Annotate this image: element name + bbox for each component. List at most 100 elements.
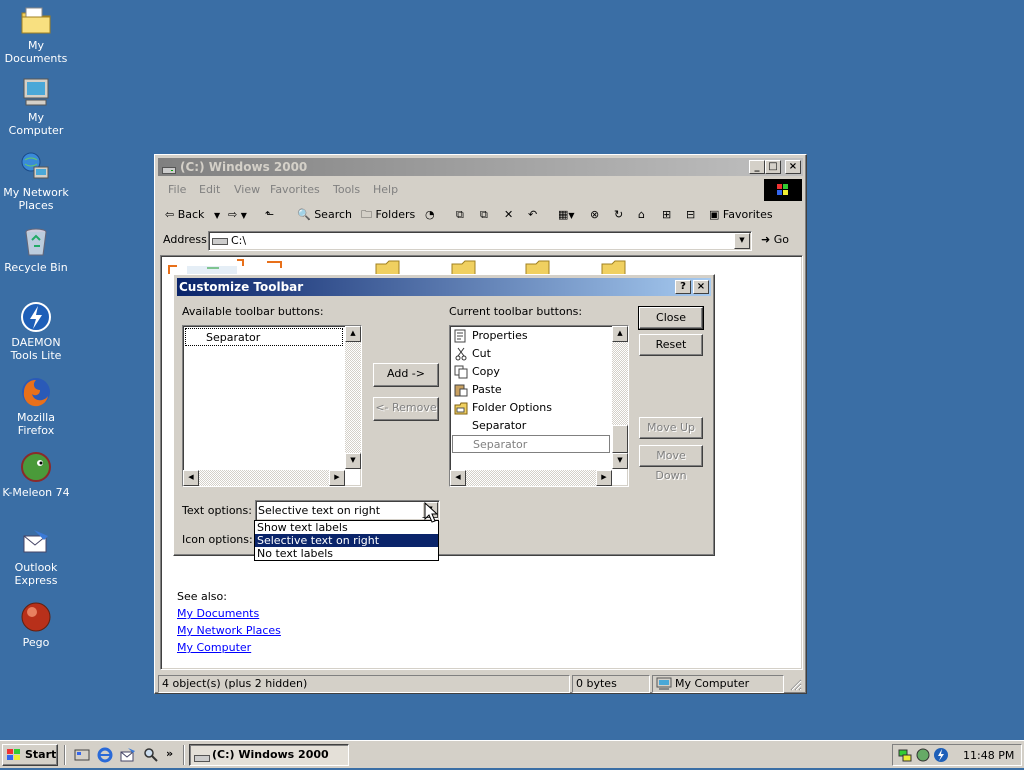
scroll-left-button[interactable]: ◀ (450, 470, 466, 486)
minimize-button[interactable]: _ (749, 160, 765, 174)
move-up-button[interactable]: Move Up (639, 417, 703, 439)
desktop-icon-label: Outlook Express (14, 561, 58, 587)
menu-view[interactable]: View (234, 183, 260, 196)
list-item-label: Copy (472, 365, 500, 378)
text-options-dropdown-list: Show text labels Selective text on right… (254, 520, 439, 561)
desktop-icon-k-meleon[interactable]: K-Meleon 74 (0, 451, 72, 499)
volume-tray-icon[interactable] (915, 747, 931, 766)
menu-edit[interactable]: Edit (199, 183, 220, 196)
stop-button[interactable]: ⊗ (590, 207, 599, 223)
menu-favorites[interactable]: Favorites (270, 183, 320, 196)
arrow-left-icon: ◀ (455, 473, 461, 481)
show-desktop-icon[interactable] (74, 747, 90, 763)
dialog-close-button[interactable]: × (693, 280, 709, 294)
back-button[interactable]: ⇦ Back ▼ (165, 207, 220, 224)
vertical-scrollbar[interactable]: ▲ ▼ (612, 326, 628, 469)
scroll-right-button[interactable]: ▶ (596, 470, 612, 486)
desktop-icon-daemon-tools[interactable]: DAEMON Tools Lite (0, 301, 72, 362)
list-item-paste[interactable]: Paste (452, 381, 502, 399)
scroll-thumb[interactable] (612, 425, 628, 453)
outlook-express-icon[interactable] (120, 747, 136, 763)
chevron-down-icon: ▼ (739, 236, 745, 244)
scroll-down-button[interactable]: ▼ (612, 453, 628, 469)
favorites-button[interactable]: ▣ Favorites (709, 207, 773, 223)
dialog-titlebar[interactable]: Customize Toolbar ? × (177, 278, 711, 296)
internet-explorer-icon[interactable] (97, 747, 113, 763)
link-my-documents[interactable]: My Documents (177, 607, 259, 620)
move-to-button[interactable]: ⧉ (456, 207, 464, 223)
quick-launch-overflow-icon[interactable]: » (166, 747, 182, 763)
scroll-up-button[interactable]: ▲ (345, 326, 361, 342)
desktop-icon-my-network-places[interactable]: My Network Places (0, 151, 72, 212)
option-selective-text-on-right[interactable]: Selective text on right (255, 534, 438, 547)
disconnect-button[interactable]: ⊟ (686, 207, 695, 223)
daemon-tools-tray-icon[interactable] (933, 747, 949, 766)
scroll-right-button[interactable]: ▶ (329, 470, 345, 486)
list-item[interactable]: Separator (185, 328, 343, 346)
close-window-button[interactable]: × (785, 160, 801, 174)
option-no-text-labels[interactable]: No text labels (255, 547, 438, 560)
list-item-copy[interactable]: Copy (452, 363, 500, 381)
resize-grip-icon[interactable] (790, 679, 802, 694)
list-item-cut[interactable]: Cut (452, 345, 491, 363)
list-item-properties[interactable]: Properties (452, 327, 528, 345)
desktop-icon-mozilla-firefox[interactable]: Mozilla Firefox (0, 376, 72, 437)
home-button[interactable]: ⌂ (638, 207, 645, 223)
help-button[interactable]: ? (675, 280, 691, 294)
taskbar-task-explorer[interactable]: (C:) Windows 2000 (189, 744, 349, 766)
move-down-button[interactable]: Move Down (639, 445, 703, 482)
add-button[interactable]: Add -> (373, 363, 439, 387)
desktop-icon-recycle-bin[interactable]: Recycle Bin (0, 226, 72, 274)
link-my-computer[interactable]: My Computer (177, 641, 251, 654)
maximize-button[interactable]: □ (765, 160, 781, 174)
copy-to-button[interactable]: ⧉ (480, 207, 488, 223)
history-button[interactable]: ◔ (425, 207, 435, 223)
reset-button[interactable]: Reset (639, 334, 703, 356)
search-button[interactable]: 🔍 Search (297, 207, 352, 223)
desktop-icon-my-computer[interactable]: My Computer (0, 76, 72, 137)
list-item-separator-selected[interactable]: Separator (452, 435, 610, 453)
text-options-select[interactable]: Selective text on right ▼ (255, 500, 440, 521)
drive-icon (162, 162, 176, 180)
arrow-left-icon: ◀ (188, 473, 194, 481)
forward-button[interactable]: ⇨ ▼ (228, 207, 247, 224)
menu-help[interactable]: Help (373, 183, 398, 196)
scroll-left-button[interactable]: ◀ (183, 470, 199, 486)
address-input[interactable]: C:\ ▼ (208, 231, 752, 251)
menu-file[interactable]: File (168, 183, 186, 196)
desktop-icon-label: My Documents (4, 39, 68, 65)
undo-button[interactable]: ↶ (528, 207, 537, 223)
list-item-separator[interactable]: Separator (452, 417, 526, 435)
scroll-down-button[interactable]: ▼ (345, 453, 361, 469)
option-show-text-labels[interactable]: Show text labels (255, 521, 438, 534)
start-label: Start (25, 748, 57, 761)
folders-button[interactable]: 🗀 Folders (361, 207, 415, 223)
up-folder-button[interactable]: ⬑ (265, 207, 274, 223)
map-drive-button[interactable]: ⊞ (662, 207, 671, 223)
remove-button[interactable]: <- Remove (373, 397, 439, 421)
desktop-icon-pego[interactable]: Pego (0, 601, 72, 649)
link-my-network-places[interactable]: My Network Places (177, 624, 281, 637)
close-button[interactable]: Close (638, 306, 704, 330)
explorer-titlebar[interactable]: (C:) Windows 2000 _ □ × (158, 158, 803, 176)
available-buttons-list[interactable]: Separator ▲ ▼ ◀ ▶ (182, 325, 362, 487)
vertical-scrollbar[interactable]: ▲ ▼ (345, 326, 361, 469)
search-icon[interactable] (143, 747, 159, 763)
horizontal-scrollbar[interactable]: ◀ ▶ (183, 470, 345, 486)
current-buttons-list[interactable]: Properties Cut Copy Paste Folder Options… (449, 325, 629, 487)
scroll-up-button[interactable]: ▲ (612, 326, 628, 342)
network-tray-icon[interactable] (897, 747, 913, 766)
go-button[interactable]: ➜ Go (761, 233, 789, 246)
views-button[interactable]: ▦▼ (558, 207, 575, 224)
desktop-icon-my-documents[interactable]: My Documents (0, 4, 72, 65)
clock[interactable]: 11:48 PM (963, 749, 1014, 762)
refresh-button[interactable]: ↻ (614, 207, 623, 223)
start-button[interactable]: Start (2, 744, 58, 766)
list-item-label: Cut (472, 347, 491, 360)
list-item-folder-options[interactable]: Folder Options (452, 399, 552, 417)
menu-tools[interactable]: Tools (333, 183, 360, 196)
delete-button[interactable]: ✕ (504, 207, 513, 223)
address-dropdown-button[interactable]: ▼ (734, 233, 750, 249)
desktop-icon-outlook-express[interactable]: Outlook Express (0, 526, 72, 587)
horizontal-scrollbar[interactable]: ◀ ▶ (450, 470, 612, 486)
